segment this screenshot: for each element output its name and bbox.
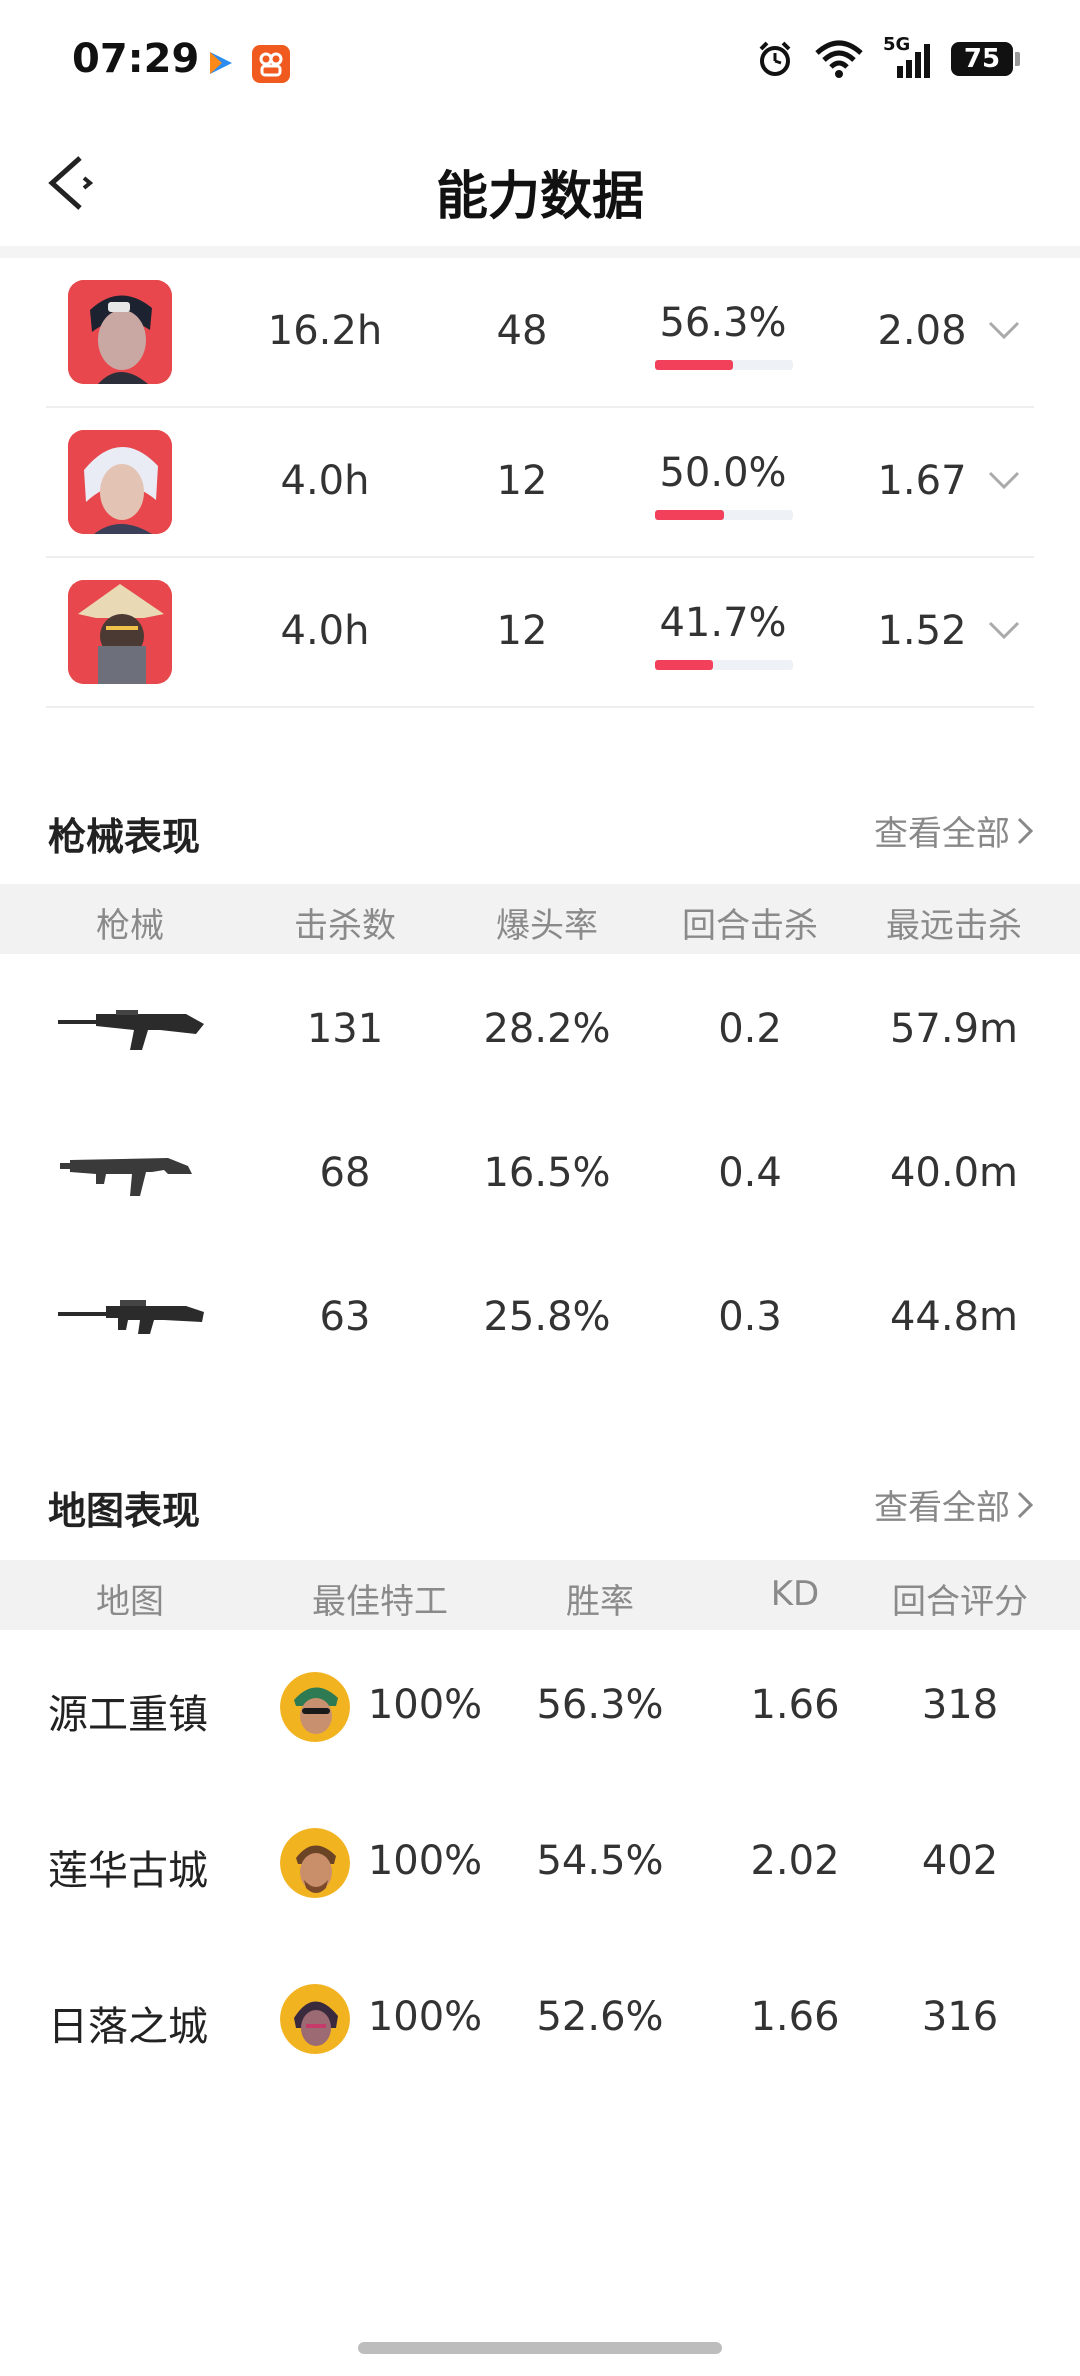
agent-games: 48 — [496, 308, 548, 354]
map-win-rate: 52.6% — [536, 1994, 664, 2040]
col-longest-kill: 最远击杀 — [886, 906, 1022, 946]
rifle-icon — [58, 1010, 204, 1050]
agent-avatar — [68, 430, 172, 534]
rifle-icon — [58, 1300, 204, 1334]
col-weapon: 枪械 — [96, 906, 164, 946]
map-row[interactable]: 莲华古城 100% 54.5% 2.02 402 — [0, 1788, 1080, 1944]
map-win-rate: 56.3% — [536, 1682, 664, 1728]
col-kd: KD — [770, 1574, 820, 1614]
weapon-row[interactable]: 131 28.2% 0.2 57.9m — [0, 956, 1080, 1100]
col-headshot: 爆头率 — [496, 906, 598, 946]
maps-section-title: 地图表现 — [48, 1489, 201, 1533]
agent-row[interactable]: 4.0h 12 50.0% 1.67 — [0, 408, 1080, 558]
map-name: 日落之城 — [48, 2004, 208, 2050]
best-agent-rate: 100% — [367, 1838, 483, 1884]
weapon-kills: 68 — [319, 1150, 371, 1196]
agent-win-rate: 56.3% — [659, 300, 787, 346]
weapons-table-header: 枪械 击杀数 爆头率 回合击杀 最远击杀 — [0, 884, 1080, 954]
agent-kd: 2.08 — [877, 308, 967, 354]
weapon-kills: 63 — [319, 1294, 371, 1340]
col-best-agent: 最佳特工 — [312, 1582, 448, 1622]
weapons-see-all-link[interactable]: 查看全部 — [874, 806, 1034, 855]
weapon-row[interactable]: 68 16.5% 0.4 40.0m — [0, 1100, 1080, 1244]
status-bar: 07:29 5G 75 — [0, 0, 1080, 120]
see-all-label: 查看全部 — [874, 814, 1010, 854]
best-agent-rate: 100% — [367, 1682, 483, 1728]
agent-games: 12 — [496, 608, 548, 654]
map-kd: 1.66 — [750, 1994, 840, 2040]
weapon-longest-kill: 57.9m — [889, 1006, 1019, 1052]
maps-see-all-link[interactable]: 查看全部 — [874, 1480, 1034, 1529]
best-agent-avatar — [280, 1828, 350, 1898]
weapon-headshot: 28.2% — [483, 1006, 611, 1052]
see-all-label: 查看全部 — [874, 1488, 1010, 1528]
map-win-rate: 54.5% — [536, 1838, 664, 1884]
chevron-down-icon[interactable] — [988, 470, 1020, 490]
agent-win-rate: 41.7% — [659, 600, 787, 646]
map-row[interactable]: 源工重镇 100% 56.3% 1.66 318 — [0, 1632, 1080, 1788]
weapon-row[interactable]: 63 25.8% 0.3 44.8m — [0, 1244, 1080, 1388]
col-round-score: 回合评分 — [892, 1582, 1028, 1622]
map-name: 源工重镇 — [48, 1692, 208, 1738]
weapon-longest-kill: 40.0m — [889, 1150, 1019, 1196]
best-agent-avatar — [280, 1984, 350, 2054]
weapon-headshot: 25.8% — [483, 1294, 611, 1340]
win-rate-bar — [655, 660, 793, 670]
agent-win-rate: 50.0% — [659, 450, 787, 496]
smg-icon — [60, 1158, 192, 1196]
chevron-right-icon — [1017, 1491, 1034, 1518]
col-round-kills: 回合击杀 — [682, 906, 818, 946]
win-rate-bar — [655, 510, 793, 520]
wifi-icon — [815, 40, 863, 78]
map-kd: 2.02 — [750, 1838, 840, 1884]
agent-kd: 1.67 — [877, 458, 967, 504]
map-name: 莲华古城 — [48, 1848, 208, 1894]
weapons-section-title: 枪械表现 — [48, 815, 201, 859]
signal-icon: 5G — [883, 34, 933, 80]
shopping-app-icon — [252, 45, 290, 83]
agent-games: 12 — [496, 458, 548, 504]
home-indicator[interactable] — [358, 2342, 722, 2354]
chevron-right-icon — [1017, 817, 1034, 844]
map-round-score: 316 — [921, 1994, 999, 2040]
best-agent-rate: 100% — [367, 1994, 483, 2040]
best-agent-avatar — [280, 1672, 350, 1742]
chevron-down-icon[interactable] — [988, 320, 1020, 340]
agent-playtime: 4.0h — [280, 458, 370, 504]
weapon-round-kills: 0.3 — [718, 1294, 782, 1340]
agent-avatar — [68, 280, 172, 384]
weapon-headshot: 16.5% — [483, 1150, 611, 1196]
agent-playtime: 16.2h — [267, 308, 383, 354]
play-app-icon — [210, 52, 232, 74]
agent-row[interactable]: 4.0h 12 41.7% 1.52 — [0, 558, 1080, 708]
map-round-score: 402 — [921, 1838, 999, 1884]
agent-playtime: 4.0h — [280, 608, 370, 654]
page-title: 能力数据 — [435, 167, 644, 227]
agent-row[interactable]: 16.2h 48 56.3% 2.08 — [0, 258, 1080, 408]
header-divider — [0, 246, 1080, 258]
map-kd: 1.66 — [750, 1682, 840, 1728]
col-kills: 击杀数 — [294, 906, 396, 946]
battery-level: 75 — [963, 44, 1001, 74]
chevron-down-icon[interactable] — [988, 620, 1020, 640]
page-header: 能力数据 — [0, 120, 1080, 246]
maps-table-header: 地图 最佳特工 胜率 KD 回合评分 — [0, 1560, 1080, 1630]
col-win-rate: 胜率 — [566, 1582, 634, 1622]
agent-avatar — [68, 580, 172, 684]
col-map: 地图 — [96, 1582, 164, 1622]
agent-kd: 1.52 — [877, 608, 967, 654]
map-row[interactable]: 日落之城 100% 52.6% 1.66 316 — [0, 1944, 1080, 2100]
weapon-round-kills: 0.2 — [718, 1006, 782, 1052]
alarm-icon — [759, 41, 791, 76]
battery-indicator: 75 — [951, 42, 1020, 76]
win-rate-bar — [655, 360, 793, 370]
weapon-kills: 131 — [306, 1006, 384, 1052]
agent-list: 16.2h 48 56.3% 2.08 4.0h 12 50.0% 1.67 4… — [0, 258, 1080, 708]
map-round-score: 318 — [921, 1682, 999, 1728]
weapon-round-kills: 0.4 — [718, 1150, 782, 1196]
weapon-longest-kill: 44.8m — [889, 1294, 1019, 1340]
status-time: 07:29 — [72, 36, 200, 82]
